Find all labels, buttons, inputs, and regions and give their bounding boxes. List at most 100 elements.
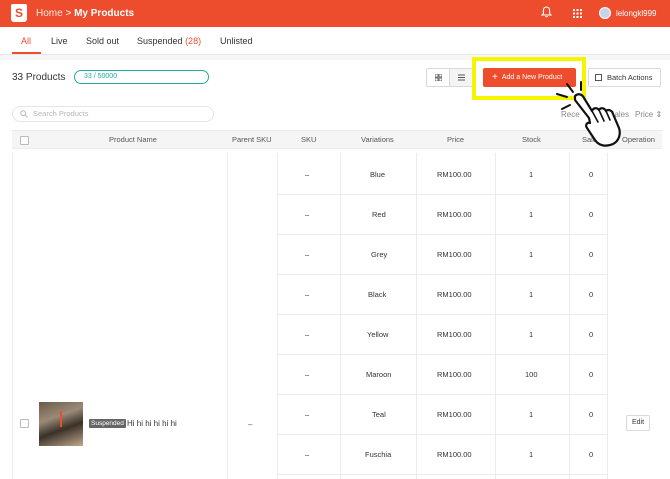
sort-price[interactable]: Price ⇕ — [635, 110, 662, 119]
top-bar: S Home > My Products lelongkl999 — [0, 0, 670, 27]
breadcrumb-home[interactable]: Home — [36, 8, 63, 19]
sales-cell: 0 — [589, 250, 594, 259]
select-all-checkbox[interactable] — [20, 136, 29, 145]
tab-suspended-label: Suspended — [137, 36, 183, 46]
stock-cell: 1 — [529, 210, 534, 219]
stock-cell: 1 — [529, 330, 534, 339]
search-input[interactable]: Search Products — [12, 106, 214, 122]
table-row: – Blue RM100.00 1 0 — [277, 155, 607, 195]
col-divider — [607, 153, 608, 479]
sku-cell: – — [305, 250, 310, 259]
stock-cell: 1 — [529, 170, 534, 179]
sku-cell: – — [305, 370, 310, 379]
thumbnail-marker — [60, 411, 62, 427]
product-count: 33 Products — [12, 72, 66, 83]
stock-cell: 1 — [529, 410, 534, 419]
tab-all[interactable]: All — [21, 36, 31, 46]
shopee-logo[interactable]: S — [11, 4, 27, 22]
price-cell: RM100.00 — [437, 250, 472, 259]
table-row: – Grey RM100.00 1 0 — [277, 235, 607, 275]
sales-cell: 0 — [589, 210, 594, 219]
search-icon — [20, 110, 28, 118]
tab-sold-out-label: Sold out — [86, 36, 120, 46]
breadcrumb-current: My Products — [74, 8, 135, 19]
apps-grid-icon[interactable] — [573, 9, 582, 18]
list-view-icon — [458, 74, 465, 81]
breadcrumb: Home > My Products — [36, 8, 134, 19]
price-cell: RM100.00 — [437, 450, 472, 459]
variation-cell: Maroon — [366, 370, 392, 379]
tab-live[interactable]: Live — [51, 36, 68, 46]
price-cell: RM100.00 — [437, 410, 472, 419]
product-thumbnail[interactable] — [39, 402, 83, 446]
table-row: – Fuschia RM100.00 1 0 — [277, 435, 607, 475]
tab-all-label: All — [21, 36, 32, 46]
table-row: – Maroon RM100.00 100 0 — [277, 355, 607, 395]
product-checkbox[interactable] — [20, 419, 29, 428]
edit-button[interactable]: Edit — [626, 415, 650, 431]
variation-cell: Red — [372, 210, 386, 219]
sku-cell: – — [305, 170, 310, 179]
table-row: – Yellow RM100.00 1 0 — [277, 315, 607, 355]
col-sku: SKU — [301, 135, 317, 144]
tab-suspended-count: (28) — [185, 36, 202, 46]
col-product-name: Product Name — [109, 135, 157, 144]
stock-cell: 1 — [529, 290, 534, 299]
stock-cell: 100 — [525, 370, 538, 379]
price-cell: RM100.00 — [437, 330, 472, 339]
notification-bell-icon[interactable] — [541, 6, 552, 18]
username[interactable]: lelongkl999 — [616, 9, 656, 18]
price-cell: RM100.00 — [437, 170, 472, 179]
status-tabs: All Live Sold out Suspended (28) Unliste… — [0, 27, 670, 55]
sales-cell: 0 — [589, 450, 594, 459]
col-parent-sku: Parent SKU — [232, 135, 272, 144]
active-tab-indicator — [12, 52, 41, 54]
search-placeholder: Search Products — [33, 109, 89, 118]
variation-cell: Yellow — [367, 330, 389, 339]
variation-cell: Blue — [370, 170, 386, 179]
col-divider — [12, 153, 13, 479]
grid-view-icon — [435, 74, 442, 81]
sales-cell: 0 — [589, 370, 594, 379]
col-divider — [227, 153, 228, 479]
sku-cell: – — [305, 330, 310, 339]
breadcrumb-separator: > — [65, 8, 72, 19]
price-cell: RM100.00 — [437, 210, 472, 219]
status-badge: Suspended — [89, 419, 126, 428]
sku-cell: – — [305, 450, 310, 459]
tab-suspended[interactable]: Suspended (28) — [137, 36, 201, 46]
product-name[interactable]: Hi hi hi hi hi hi — [127, 419, 177, 428]
col-price: Price — [447, 135, 465, 144]
variation-cell: Teal — [372, 410, 386, 419]
price-cell: RM100.00 — [437, 290, 472, 299]
variation-cell: Grey — [371, 250, 388, 259]
variation-cell: Fuschia — [365, 450, 392, 459]
col-variations: Variations — [361, 135, 394, 144]
sku-cell: – — [305, 410, 310, 419]
grid-view-button[interactable] — [427, 69, 450, 86]
variation-cell: Black — [368, 290, 387, 299]
sku-cell: – — [305, 210, 310, 219]
tab-live-label: Live — [51, 36, 68, 46]
sales-cell: 0 — [589, 290, 594, 299]
sku-cell: – — [305, 290, 310, 299]
tab-unlisted[interactable]: Unlisted — [220, 36, 253, 46]
tab-sold-out[interactable]: Sold out — [86, 36, 119, 46]
tab-unlisted-label: Unlisted — [220, 36, 253, 46]
col-stock: Stock — [522, 135, 541, 144]
sales-cell: 0 — [589, 170, 594, 179]
sales-cell: 0 — [589, 410, 594, 419]
avatar[interactable] — [599, 7, 611, 19]
table-row: – Red RM100.00 1 0 — [277, 195, 607, 235]
price-cell: RM100.00 — [437, 370, 472, 379]
stock-cell: 1 — [529, 250, 534, 259]
list-view-button[interactable] — [450, 69, 473, 86]
table-row: – Teal RM100.00 1 0 — [277, 395, 607, 435]
view-toggle — [426, 68, 473, 87]
stock-cell: 1 — [529, 450, 534, 459]
pointer-hand-icon — [556, 81, 621, 147]
sales-cell: 0 — [589, 330, 594, 339]
logo-letter: S — [14, 6, 23, 20]
table-row: – Black RM100.00 1 0 — [277, 275, 607, 315]
parent-sku-cell: – — [248, 420, 253, 429]
